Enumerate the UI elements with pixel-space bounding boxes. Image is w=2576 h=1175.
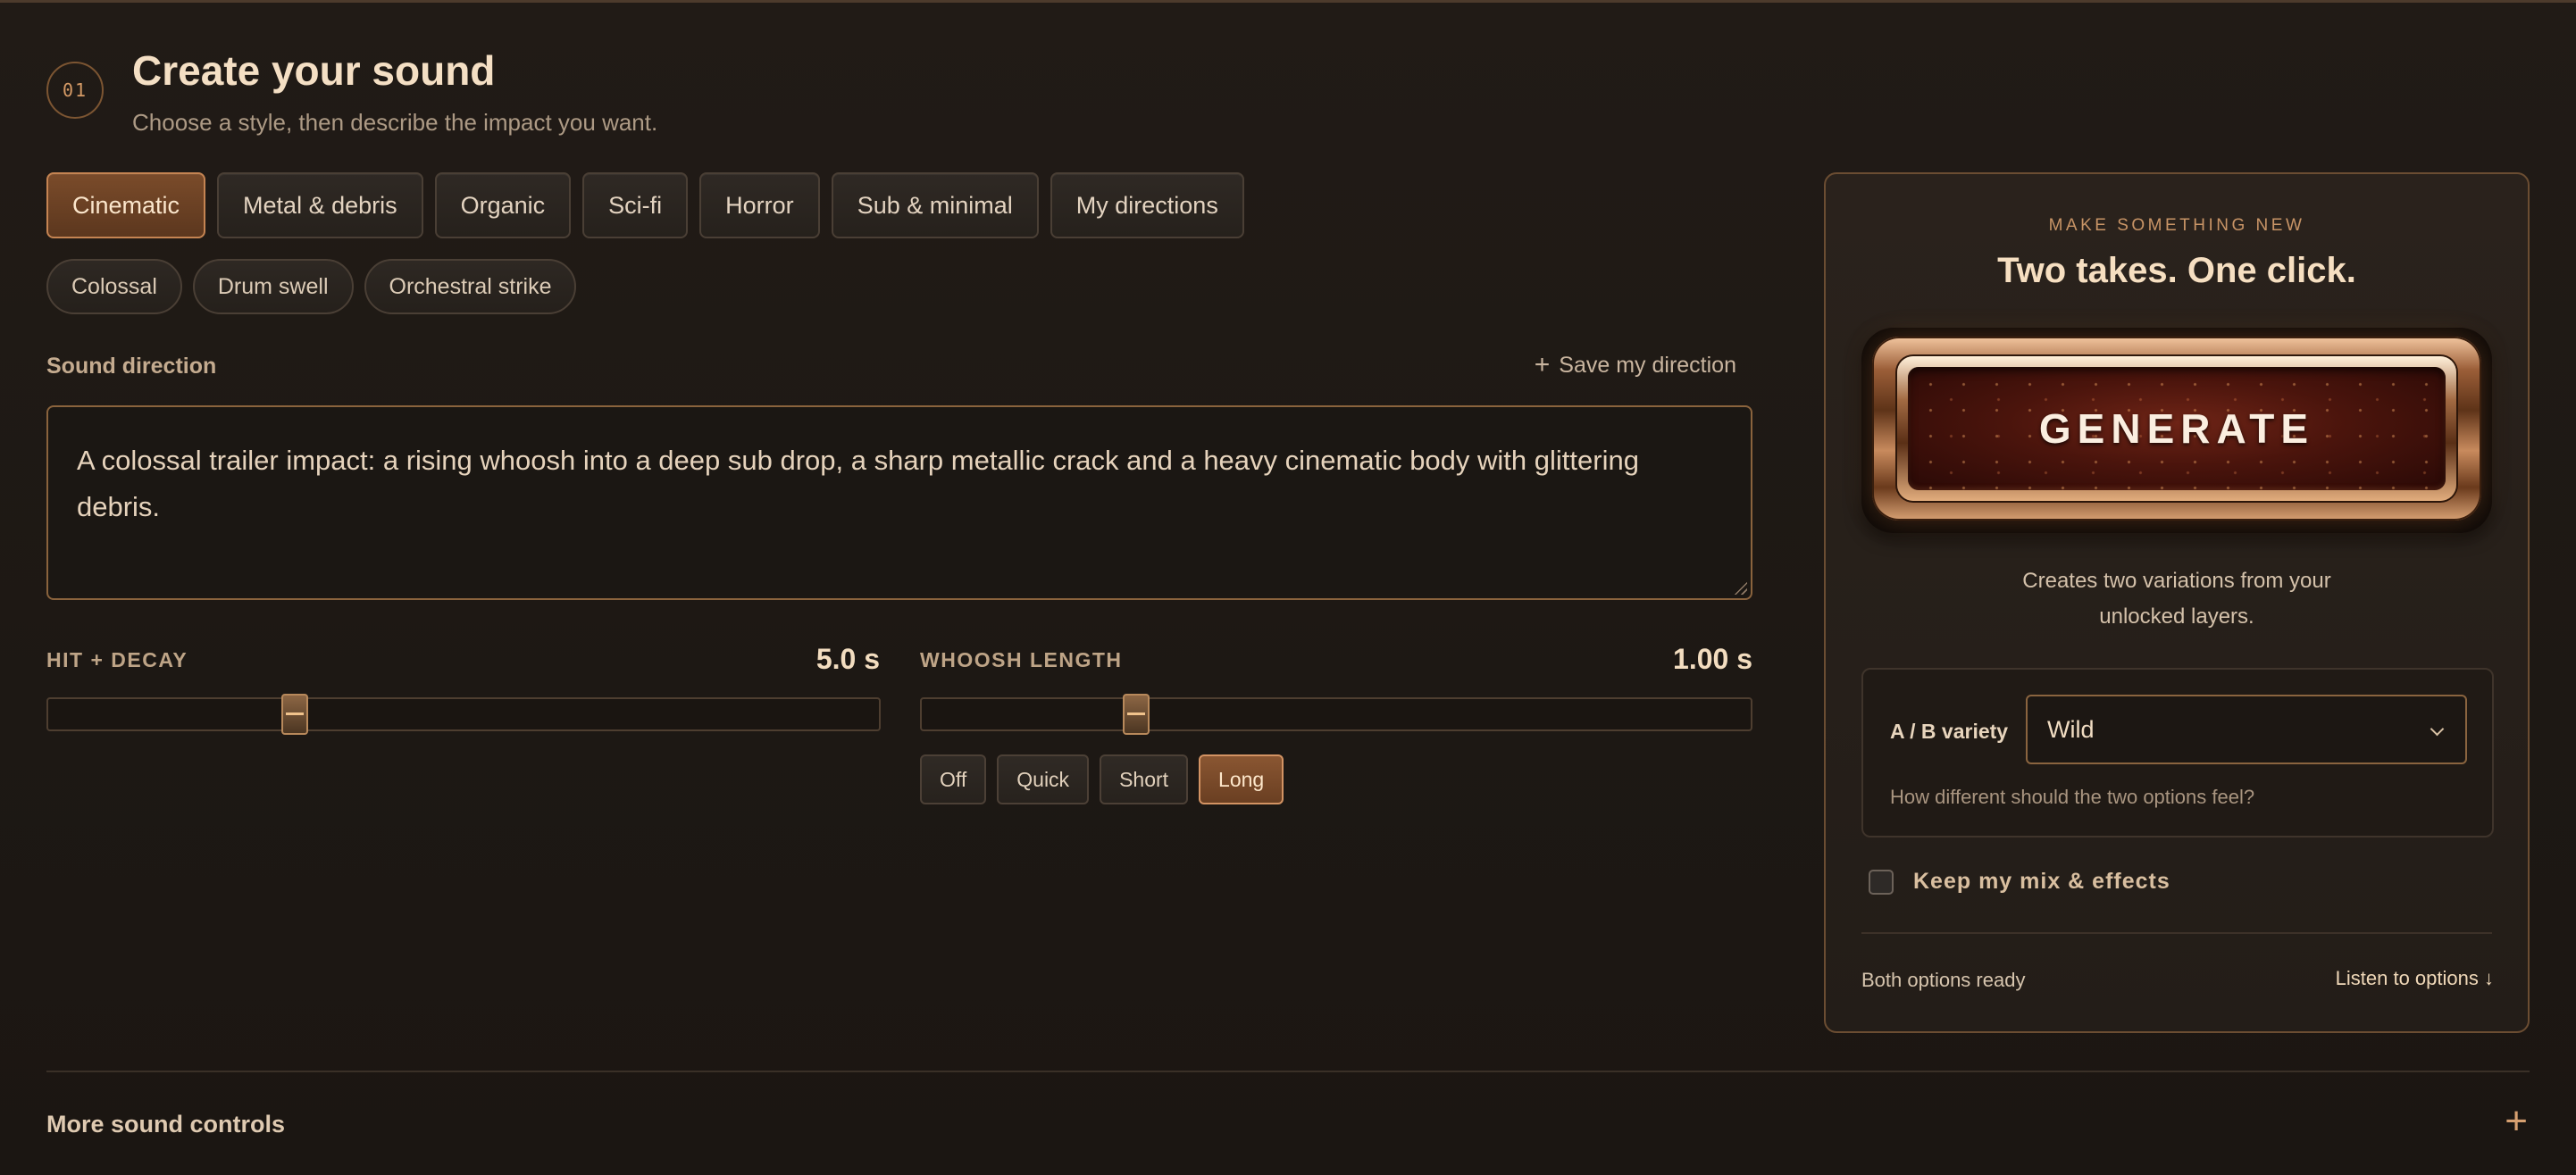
hit-decay-label: HIT + DECAY [46,648,188,671]
whoosh-long-button[interactable]: Long [1199,754,1284,804]
hit-decay-value: 5.0 s [815,643,880,675]
page-subtitle: Choose a style, then describe the impact… [132,109,658,136]
plus-icon: + [1534,350,1551,379]
hit-decay-slider-thumb[interactable] [281,694,308,735]
preset-colossal[interactable]: Colossal [46,259,182,314]
whoosh-length-presets: Off Quick Short Long [920,754,1284,804]
style-tabs: Cinematic Metal & debris Organic Sci-fi … [46,172,1244,238]
save-direction-label: Save my direction [1559,352,1736,378]
panel-divider [1861,932,2492,934]
panel-eyebrow: MAKE SOMETHING NEW [2048,216,2305,235]
tab-horror[interactable]: Horror [699,172,820,238]
ab-variety-value: Wild [2047,715,2095,743]
tab-sub-minimal[interactable]: Sub & minimal [831,172,1039,238]
panel-title: Two takes. One click. [1997,251,2356,290]
tab-cinematic[interactable]: Cinematic [46,172,206,238]
preset-chips: Colossal Drum swell Orchestral strike [46,259,577,314]
chevron-down-icon [2430,721,2445,737]
sound-direction-text: A colossal trailer impact: a rising whoo… [77,445,1639,522]
tab-metal-debris[interactable]: Metal & debris [217,172,423,238]
whoosh-length-slider[interactable] [920,694,1752,735]
preset-drum-swell[interactable]: Drum swell [192,259,354,314]
generate-description-line1: Creates two variations from your [2022,569,2331,593]
tab-sci-fi[interactable]: Sci-fi [582,172,689,238]
save-direction-button[interactable]: + Save my direction [1535,352,1736,379]
section-divider [46,1071,2530,1072]
resize-handle-icon[interactable] [1733,580,1747,595]
ab-variety-section: A / B variety Wild How different should … [1861,668,2494,838]
sound-direction-label: Sound direction [46,354,217,379]
generate-button-face: GENERATE [1908,367,2446,490]
sound-direction-textarea[interactable]: A colossal trailer impact: a rising whoo… [46,405,1752,600]
generate-button-bezel: GENERATE [1897,356,2456,501]
preset-orchestral-strike[interactable]: Orchestral strike [364,259,577,314]
keep-mix-label: Keep my mix & effects [1913,869,2170,894]
whoosh-off-button[interactable]: Off [920,754,987,804]
step-number-badge: 01 [46,62,104,119]
tab-organic[interactable]: Organic [434,172,572,238]
keep-mix-checkbox[interactable] [1869,869,1894,895]
whoosh-short-button[interactable]: Short [1100,754,1189,804]
whoosh-length-value: 1.00 s [1673,643,1752,675]
listen-to-options-link[interactable]: Listen to options ↓ [2336,967,2494,990]
more-sound-controls-toggle[interactable]: More sound controls [46,1111,285,1138]
generate-panel: MAKE SOMETHING NEW Two takes. One click.… [1824,172,2530,1033]
expand-plus-icon[interactable]: + [2505,1102,2528,1141]
ab-variety-label: A / B variety [1890,720,2009,743]
whoosh-length-slider-thumb[interactable] [1123,694,1150,735]
generate-button-label: GENERATE [2038,405,2315,452]
whoosh-quick-button[interactable]: Quick [997,754,1090,804]
whoosh-length-label: WHOOSH LENGTH [920,648,1123,671]
generate-button-frame: GENERATE [1872,337,2481,521]
ab-variety-help: How different should the two options fee… [1890,786,2255,808]
tab-my-directions[interactable]: My directions [1050,172,1244,238]
keep-mix-toggle[interactable]: Keep my mix & effects [1869,869,2170,895]
hit-decay-slider[interactable] [46,694,881,735]
status-text: Both options ready [1861,969,2026,991]
page-title: Create your sound [132,47,496,94]
generate-description: Creates two variations from your unlocke… [1826,563,2528,635]
generate-description-line2: unlocked layers. [2099,604,2254,629]
ab-variety-select[interactable]: Wild [2026,695,2467,764]
generate-button[interactable]: GENERATE [1861,328,2492,533]
top-border [0,0,2576,3]
